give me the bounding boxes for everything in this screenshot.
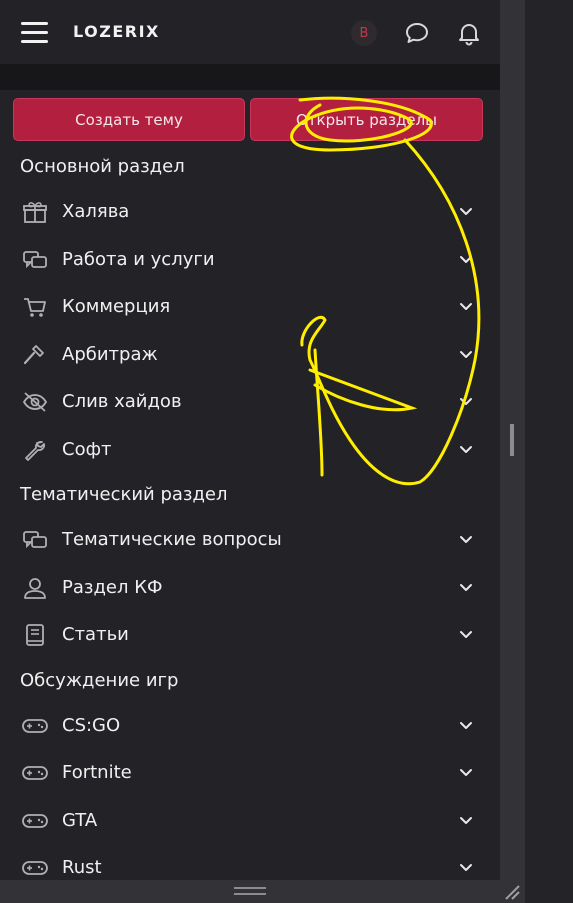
site-logo[interactable]: LOZERIX: [73, 22, 160, 41]
gamepad-icon: [22, 861, 48, 875]
sidebar-panel: LOZERIX B Создать тему Открыть разделы О…: [0, 0, 500, 880]
sidebar-item[interactable]: Слив хайдов: [0, 382, 500, 422]
sidebar-item[interactable]: Работа и услуги: [0, 240, 500, 280]
sidebar-item[interactable]: Халява: [0, 192, 500, 232]
sidebar-item-label: Софт: [62, 438, 112, 460]
chevron-down-icon[interactable]: [458, 205, 474, 219]
chat-bubbles-icon: [23, 250, 47, 268]
avatar[interactable]: B: [351, 20, 377, 46]
chevron-down-icon[interactable]: [458, 300, 474, 314]
chevron-down-icon[interactable]: [458, 628, 474, 642]
sidebar-item[interactable]: Fortnite: [0, 753, 500, 793]
gift-icon: [23, 202, 47, 223]
vertical-resize-grip[interactable]: [510, 424, 514, 456]
sidebar-item-label: Раздел КФ: [62, 576, 163, 598]
chevron-down-icon[interactable]: [458, 766, 474, 780]
sidebar-item[interactable]: Раздел КФ: [0, 568, 500, 608]
sidebar-item-label: CS:GO: [62, 714, 121, 736]
sidebar-item-label: Тематические вопросы: [62, 529, 282, 550]
sidebar-item-label: Fortnite: [62, 762, 132, 783]
sidebar-item-label: Арбитраж: [62, 343, 158, 365]
sidebar-item-label: Слив хайдов: [62, 391, 182, 412]
chevron-down-icon[interactable]: [458, 719, 474, 733]
section-title: Тематический раздел: [20, 484, 228, 505]
book-icon: [26, 624, 44, 646]
sidebar-item-label: Статьи: [62, 624, 129, 645]
sidebar-item[interactable]: Софт: [0, 430, 500, 470]
sidebar-item[interactable]: Коммерция: [0, 287, 500, 327]
sidebar-item[interactable]: Тематические вопросы: [0, 520, 500, 560]
open-sections-button[interactable]: Открыть разделы: [250, 98, 483, 141]
menu-icon[interactable]: [21, 20, 48, 44]
bell-icon[interactable]: [456, 20, 482, 46]
hammer-icon: [23, 344, 44, 364]
chevron-down-icon[interactable]: [458, 861, 474, 875]
top-bar: LOZERIX B: [0, 0, 500, 64]
chevron-down-icon[interactable]: [458, 581, 474, 595]
chevron-down-icon[interactable]: [458, 395, 474, 409]
section-title: Основной раздел: [20, 156, 185, 177]
chat-icon[interactable]: [404, 20, 430, 46]
sidebar-item-label: Работа и услуги: [62, 248, 215, 270]
chevron-down-icon[interactable]: [458, 443, 474, 457]
user-icon: [24, 577, 46, 599]
chevron-down-icon[interactable]: [458, 253, 474, 267]
sidebar-item-label: GTA: [62, 809, 98, 831]
section-title: Обсуждение игр: [20, 669, 179, 691]
gamepad-icon: [22, 766, 48, 780]
sidebar-item-label: Халява: [62, 201, 130, 222]
cart-icon: [24, 298, 46, 317]
sidebar-item[interactable]: Статьи: [0, 615, 500, 655]
wrench-icon: [25, 440, 45, 461]
eye-slash-icon: [22, 392, 48, 412]
sidebar-item[interactable]: GTA: [0, 801, 500, 841]
chevron-down-icon[interactable]: [458, 533, 474, 547]
chevron-down-icon[interactable]: [458, 348, 474, 362]
page-background: [525, 0, 573, 903]
gamepad-icon: [22, 813, 48, 828]
chat-bubbles-icon: [23, 531, 47, 549]
header-strip: [0, 64, 500, 90]
sidebar-item[interactable]: Арбитраж: [0, 335, 500, 375]
sidebar-item[interactable]: CS:GO: [0, 706, 500, 746]
create-topic-button[interactable]: Создать тему: [13, 98, 245, 141]
gamepad-icon: [22, 718, 48, 733]
resize-corner-icon[interactable]: [503, 883, 521, 901]
horizontal-resize-grip[interactable]: [234, 887, 266, 895]
chevron-down-icon[interactable]: [458, 814, 474, 828]
sidebar-item-label: Rust: [62, 857, 102, 878]
sidebar-item[interactable]: Rust: [0, 848, 500, 880]
sidebar-item-label: Коммерция: [62, 296, 171, 317]
